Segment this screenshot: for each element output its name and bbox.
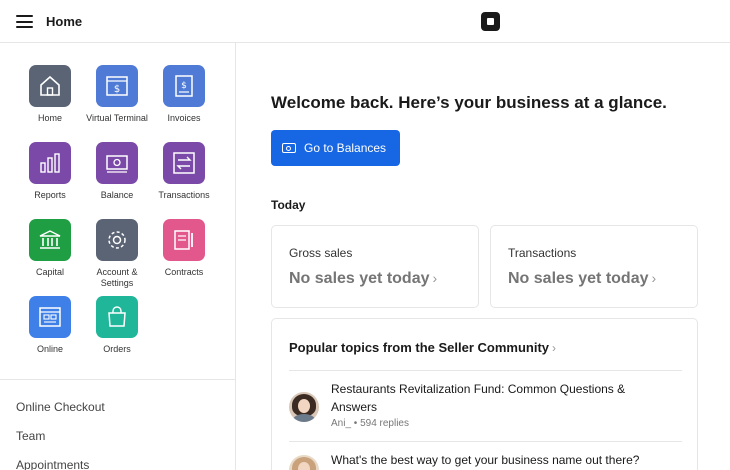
card-value: No sales yet today › [508,270,656,288]
app-invoices[interactable]: $ Invoices [150,65,218,124]
page-title: Home [46,14,83,29]
transactions-card[interactable]: Transactions No sales yet today › [490,225,698,308]
transactions-icon [163,142,205,184]
community-panel: Popular topics from the Seller Community… [271,318,698,470]
bank-icon [29,219,71,261]
sidebar-divider [0,379,235,380]
hamburger-icon[interactable] [16,15,33,28]
app-label: Reports [34,190,66,200]
app-label: Capital [35,267,64,277]
app-label: Virtual Terminal [86,113,148,123]
app-label: Balance [100,190,134,200]
svg-text:$: $ [114,84,120,95]
app-label: Online [36,344,63,354]
welcome-heading: Welcome back. Here’s your business at a … [271,93,667,112]
app-virtual-terminal[interactable]: $ Virtual Terminal [83,65,151,124]
app-label: Account & Settings [96,267,138,288]
chevron-right-icon: › [432,270,438,286]
nav-online-checkout[interactable]: Online Checkout [16,400,105,414]
topic-meta: Ani_ • 594 replies [331,418,409,429]
nav-appointments[interactable]: Appointments [16,458,89,470]
community-title-text: Popular topics from the Seller Community [289,340,550,355]
card-title: Transactions [508,246,577,260]
svg-text:$: $ [181,81,187,91]
square-logo-icon[interactable] [481,12,500,31]
topic-title: Restaurants Revitalization Fund: Common … [331,382,626,414]
terminal-icon: $ [96,65,138,107]
balance-icon [96,142,138,184]
chevron-right-icon: › [651,270,657,286]
invoice-icon: $ [163,65,205,107]
app-label: Orders [103,344,131,354]
app-account-settings[interactable]: Account & Settings [83,219,151,289]
app-online[interactable]: Online [16,296,84,355]
card-value-text: No sales yet today [289,270,430,287]
topic-item[interactable]: What's the best way to get your business… [289,451,682,470]
card-value: No sales yet today › [289,270,437,288]
app-transactions[interactable]: Transactions [150,142,218,201]
app-orders[interactable]: Orders [83,296,151,355]
go-to-balances-label: Go to Balances [304,141,387,155]
app-label: Transactions [158,190,210,200]
go-to-balances-button[interactable]: Go to Balances [271,130,400,166]
reports-icon [29,142,71,184]
app-label: Home [37,113,62,123]
orders-icon [96,296,138,338]
main-content: Welcome back. Here’s your business at a … [237,43,730,470]
today-heading: Today [271,198,306,212]
avatar [289,392,319,422]
app-balance[interactable]: Balance [83,142,151,201]
gear-icon [96,219,138,261]
card-value-text: No sales yet today [508,270,649,287]
divider [289,370,682,371]
contract-icon [163,219,205,261]
chevron-right-icon: › [552,341,557,355]
gross-sales-card[interactable]: Gross sales No sales yet today › [271,225,479,308]
community-title[interactable]: Popular topics from the Seller Community… [289,340,556,355]
app-label: Contracts [164,267,204,277]
sidebar: Home $ Virtual Terminal $ Invoices Repor… [0,43,236,470]
app-label: Invoices [167,113,201,123]
topic-title: What's the best way to get your business… [331,453,640,467]
card-title: Gross sales [289,246,353,260]
divider [289,441,682,442]
app-contracts[interactable]: Contracts [150,219,218,278]
top-bar: Home [0,0,730,43]
online-icon [29,296,71,338]
cash-icon [282,143,296,153]
app-home[interactable]: Home [16,65,84,124]
avatar [289,455,319,470]
app-capital[interactable]: Capital [16,219,84,278]
home-icon [29,65,71,107]
nav-team[interactable]: Team [16,429,45,443]
app-reports[interactable]: Reports [16,142,84,201]
topic-item[interactable]: Restaurants Revitalization Fund: Common … [289,380,682,430]
